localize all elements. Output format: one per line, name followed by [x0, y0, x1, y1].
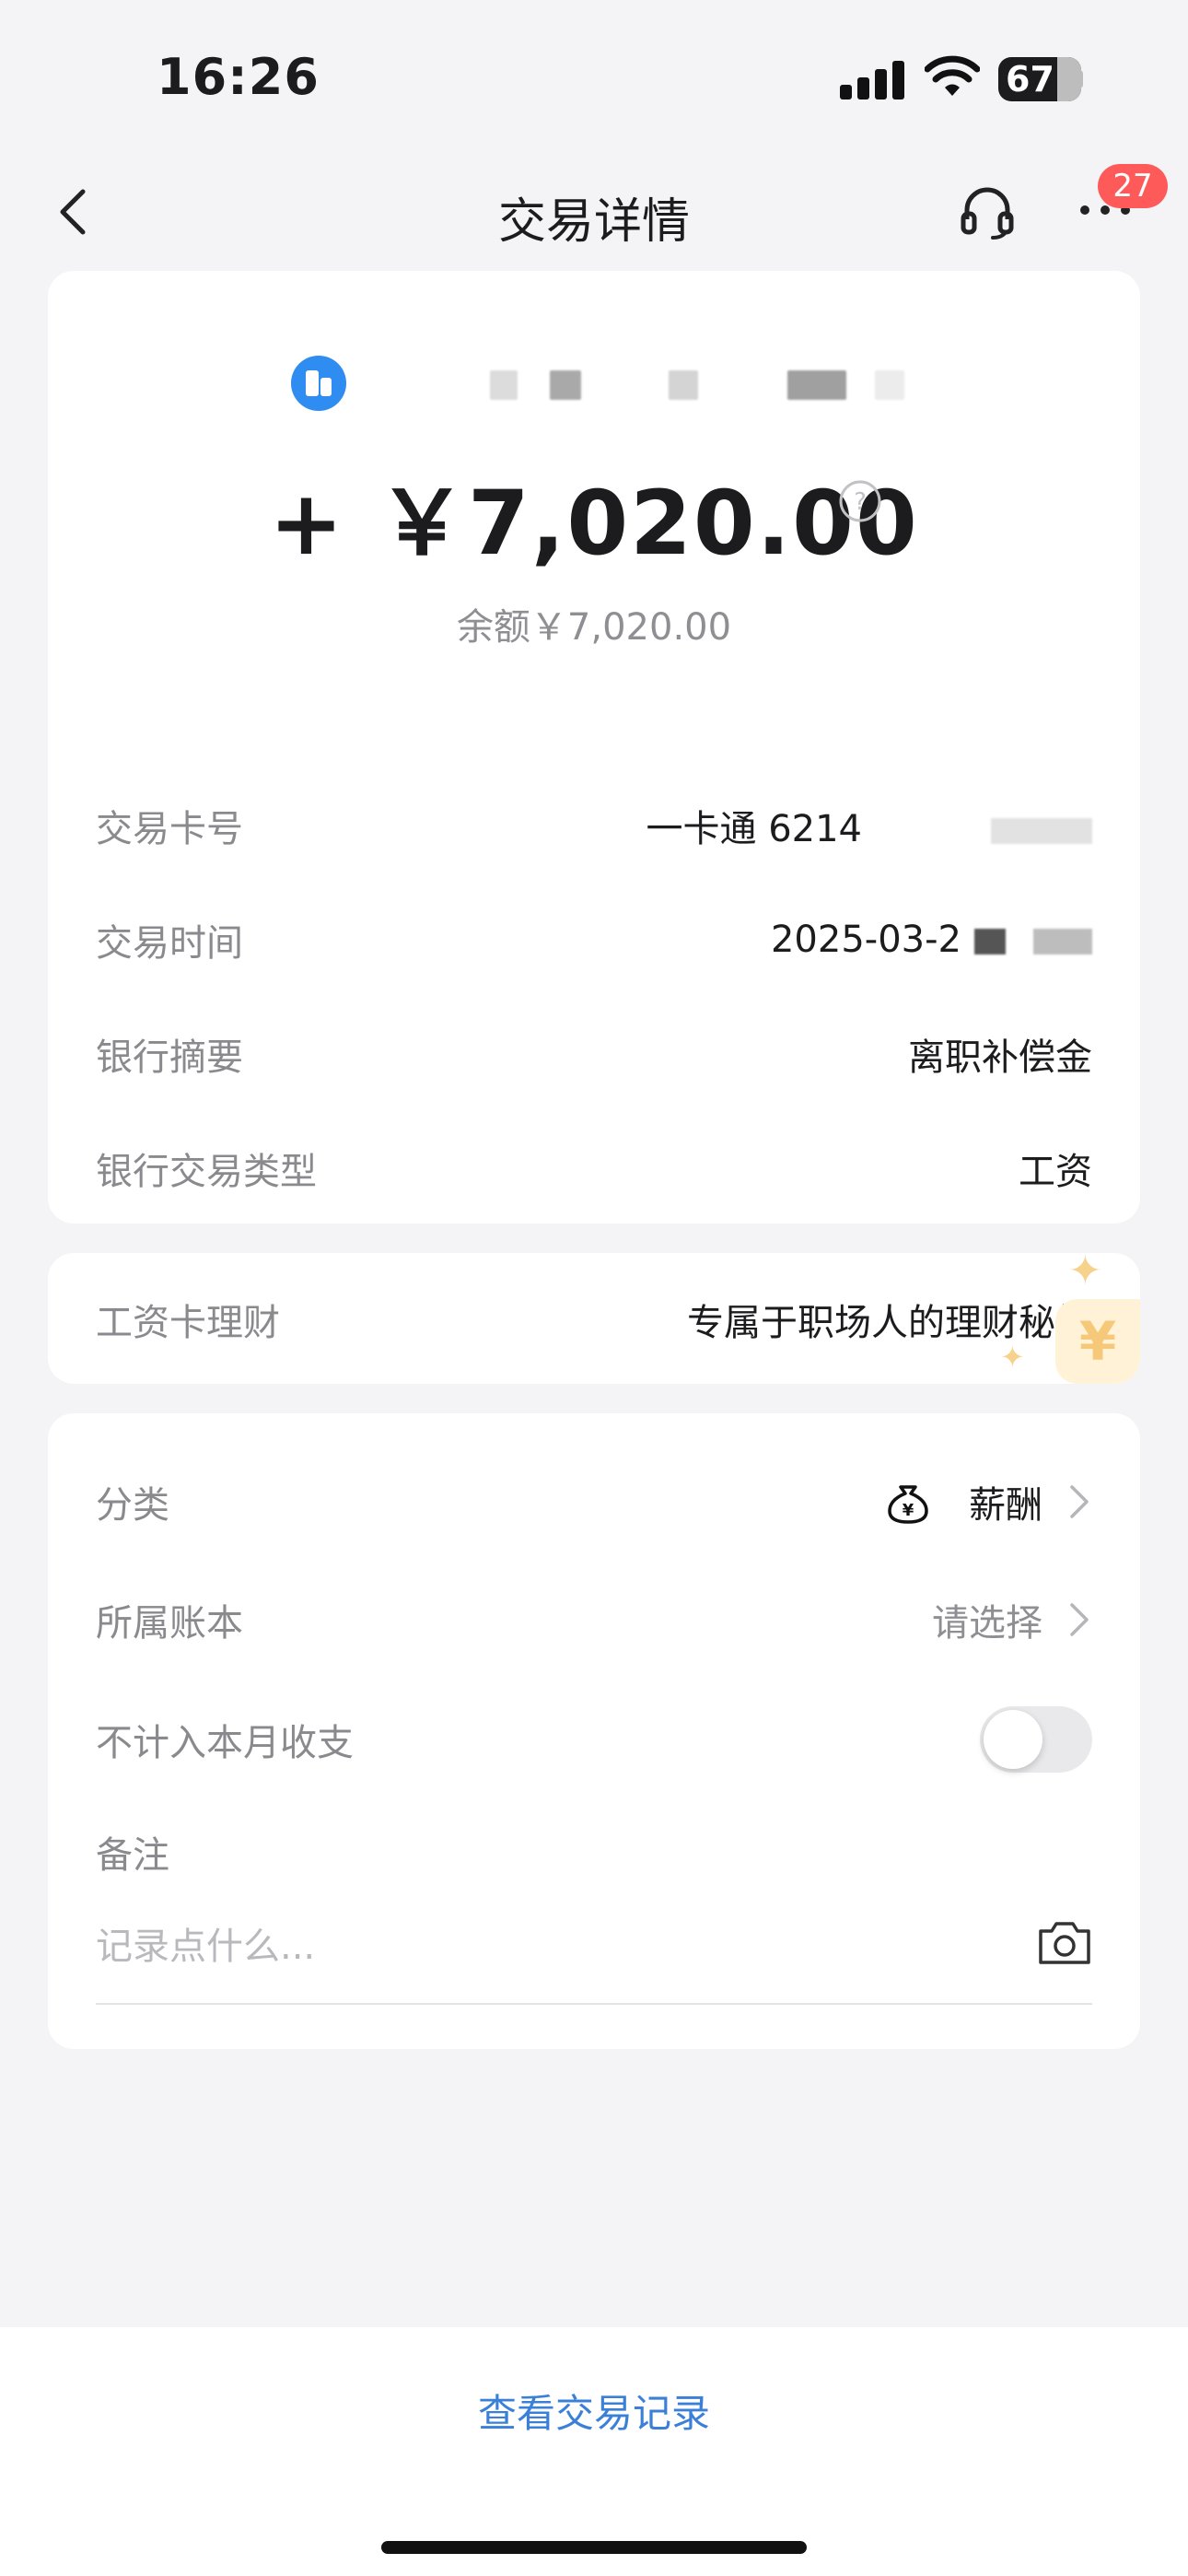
question-help-icon[interactable]: ? — [838, 479, 882, 523]
masked-segment — [550, 370, 581, 400]
sparkle-icon: ✦ — [1000, 1340, 1025, 1375]
battery-tip — [1077, 70, 1083, 88]
note-label-row: 备注 — [96, 1824, 1092, 1879]
money-bag-icon: ¥ — [888, 1485, 928, 1524]
promo-label: 工资卡理财 — [96, 1302, 280, 1344]
card-number-label: 交易卡号 — [96, 808, 243, 850]
status-time: 16:26 — [157, 48, 320, 106]
card-number-value: 一卡通 6214 — [646, 799, 1092, 852]
ledger-value-group: 请选择 — [932, 1593, 1092, 1646]
account-balance: 余额￥7,020.00 — [456, 606, 732, 649]
nav-bar: 交易详情 27 — [0, 157, 1188, 267]
exclude-label: 不计入本月收支 — [96, 1722, 354, 1764]
time-text: 2025-03-2 — [770, 919, 961, 961]
bank-building-icon — [291, 356, 346, 411]
coin-decoration-icon: ¥ — [1055, 1299, 1140, 1384]
masked-time — [1033, 929, 1092, 954]
time-value: 2025-03-2 — [771, 919, 1092, 961]
summary-value: 离职补偿金 — [908, 1036, 1092, 1079]
cellular-signal-icon — [840, 61, 906, 100]
promo-value: 专属于职场人的理财秘籍 — [687, 1302, 1092, 1344]
transaction-card: + ￥7,020.00 ? 余额￥7,020.00 交易卡号 一卡通 6214 … — [48, 271, 1140, 1224]
category-row[interactable]: 分类 ¥ 薪酬 — [96, 1474, 1092, 1529]
transaction-amount: + ￥7,020.00 — [269, 472, 919, 575]
wifi-icon — [925, 55, 980, 96]
type-value: 工资 — [1019, 1151, 1092, 1193]
settings-card: 分类 ¥ 薪酬 所属账本 请选择 不计入本月收支 备注 — [48, 1413, 1140, 2049]
category-value: 薪酬 — [969, 1484, 1042, 1527]
exclude-toggle[interactable] — [980, 1706, 1092, 1773]
svg-text:?: ? — [854, 488, 867, 516]
status-bar: 16:26 67 — [0, 0, 1188, 157]
masked-segment — [669, 370, 698, 400]
note-divider — [96, 2003, 1092, 2005]
ledger-row[interactable]: 所属账本 请选择 — [96, 1592, 1092, 1647]
view-records-link[interactable]: 查看交易记录 — [0, 2383, 1188, 2439]
category-label: 分类 — [96, 1484, 169, 1527]
detail-row-type: 银行交易类型 工资 — [96, 1141, 1092, 1196]
bottom-bar: 查看交易记录 — [0, 2327, 1188, 2576]
notification-badge: 27 — [1098, 164, 1168, 208]
type-label: 银行交易类型 — [96, 1151, 317, 1193]
battery-level: 67 — [1006, 59, 1054, 100]
toggle-knob — [984, 1710, 1042, 1769]
masked-segment — [875, 370, 904, 400]
note-input[interactable] — [96, 1914, 1017, 1979]
detail-row-summary: 银行摘要 离职补偿金 — [96, 1026, 1092, 1082]
ledger-value: 请选择 — [932, 1602, 1042, 1645]
category-value-group: ¥ 薪酬 — [884, 1475, 1092, 1528]
payer-row — [48, 352, 1140, 411]
masked-segment — [787, 370, 846, 400]
masked-digits — [991, 818, 1092, 844]
masked-segment — [490, 370, 518, 400]
masked-time — [974, 929, 1006, 954]
detail-row-time: 交易时间 2025-03-2 — [96, 912, 1092, 967]
sparkle-icon: ✦ — [1068, 1253, 1102, 1294]
card-number-text: 一卡通 6214 — [646, 808, 862, 850]
chevron-right-icon — [1070, 1603, 1089, 1636]
ledger-label: 所属账本 — [96, 1602, 243, 1645]
battery-icon: 67 — [998, 57, 1081, 101]
exclude-row: 不计入本月收支 — [96, 1703, 1092, 1776]
wealth-promo-card[interactable]: 工资卡理财 专属于职场人的理财秘籍 ✦ ✦ ¥ — [48, 1253, 1140, 1384]
summary-label: 银行摘要 — [96, 1036, 243, 1079]
camera-icon[interactable] — [1037, 1918, 1092, 1966]
promo-row[interactable]: 工资卡理财 专属于职场人的理财秘籍 — [96, 1292, 1092, 1347]
note-label: 备注 — [96, 1834, 169, 1877]
customer-service-headset-icon[interactable] — [958, 182, 1017, 241]
home-indicator — [381, 2541, 807, 2554]
chevron-right-icon — [1070, 1485, 1089, 1518]
svg-text:¥: ¥ — [903, 1501, 914, 1520]
time-label: 交易时间 — [96, 922, 243, 965]
detail-row-card-number: 交易卡号 一卡通 6214 — [96, 798, 1092, 853]
